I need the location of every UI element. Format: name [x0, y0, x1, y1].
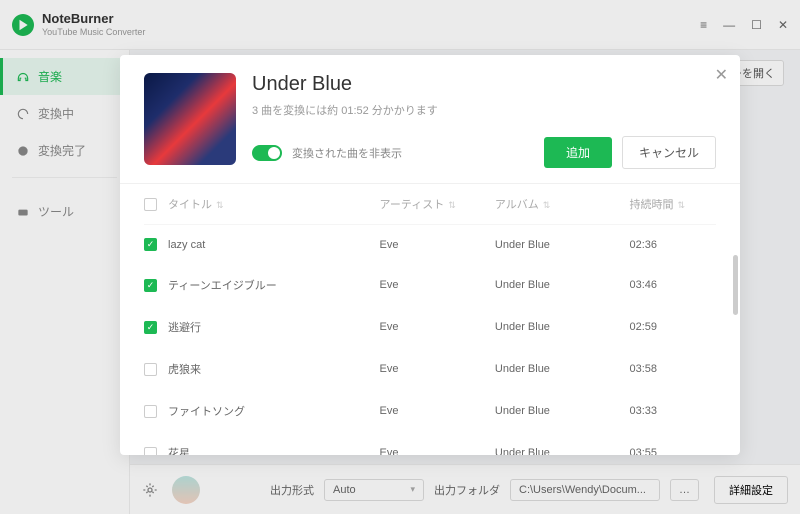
add-button[interactable]: 追加: [544, 137, 612, 168]
col-title[interactable]: タイトル⇅: [168, 196, 380, 212]
table-row[interactable]: 花星 Eve Under Blue 03:55: [144, 432, 716, 455]
track-checkbox[interactable]: ✓: [144, 238, 157, 251]
track-checkbox[interactable]: [144, 363, 157, 376]
table-row[interactable]: ✓ ティーンエイジブルー Eve Under Blue 03:46: [144, 264, 716, 306]
track-artist: Eve: [380, 405, 495, 417]
track-duration: 03:46: [629, 279, 716, 291]
conversion-estimate: 3 曲を変換には約 01:52 分かかります: [252, 102, 716, 118]
track-artist: Eve: [380, 363, 495, 375]
album-title: Under Blue: [252, 73, 716, 96]
track-duration: 03:33: [629, 405, 716, 417]
track-title: 花星: [168, 445, 380, 455]
track-artist: Eve: [380, 239, 495, 251]
track-album: Under Blue: [495, 405, 630, 417]
sort-icon: ⇅: [543, 200, 551, 210]
track-title: ファイトソング: [168, 403, 380, 419]
table-row[interactable]: ✓ lazy cat Eve Under Blue 02:36: [144, 225, 716, 264]
toggle-label: 変換された曲を非表示: [292, 145, 534, 161]
track-album: Under Blue: [495, 447, 630, 455]
track-duration: 02:59: [629, 321, 716, 333]
select-all-checkbox[interactable]: [144, 198, 157, 211]
col-duration[interactable]: 持続時間⇅: [629, 196, 716, 212]
track-checkbox[interactable]: [144, 405, 157, 418]
cancel-button[interactable]: キャンセル: [622, 136, 716, 169]
album-art: [144, 73, 236, 165]
track-checkbox[interactable]: ✓: [144, 279, 157, 292]
track-album: Under Blue: [495, 279, 630, 291]
track-checkbox[interactable]: ✓: [144, 321, 157, 334]
add-tracks-modal: ✕ Under Blue 3 曲を変換には約 01:52 分かかります 変換され…: [120, 55, 740, 455]
scrollbar[interactable]: [733, 255, 738, 315]
track-checkbox[interactable]: [144, 447, 157, 456]
track-artist: Eve: [380, 447, 495, 455]
col-artist[interactable]: アーティスト⇅: [380, 196, 495, 212]
table-row[interactable]: ファイトソング Eve Under Blue 03:33: [144, 390, 716, 432]
track-duration: 03:55: [629, 447, 716, 455]
track-album: Under Blue: [495, 239, 630, 251]
track-title: 虎狼来: [168, 361, 380, 377]
track-title: 逃避行: [168, 319, 380, 335]
track-duration: 02:36: [629, 239, 716, 251]
tracks-table: タイトル⇅ アーティスト⇅ アルバム⇅ 持続時間⇅ ✓ lazy cat Eve…: [120, 184, 740, 455]
track-title: lazy cat: [168, 239, 380, 251]
modal-close-button[interactable]: ✕: [715, 65, 728, 85]
table-row[interactable]: ✓ 逃避行 Eve Under Blue 02:59: [144, 306, 716, 348]
hide-converted-toggle[interactable]: [252, 145, 282, 161]
track-artist: Eve: [380, 279, 495, 291]
track-duration: 03:58: [629, 363, 716, 375]
track-artist: Eve: [380, 321, 495, 333]
table-row[interactable]: 虎狼来 Eve Under Blue 03:58: [144, 348, 716, 390]
sort-icon: ⇅: [448, 200, 456, 210]
track-title: ティーンエイジブルー: [168, 277, 380, 293]
sort-icon: ⇅: [677, 200, 685, 210]
track-album: Under Blue: [495, 363, 630, 375]
col-album[interactable]: アルバム⇅: [495, 196, 630, 212]
track-album: Under Blue: [495, 321, 630, 333]
sort-icon: ⇅: [216, 200, 224, 210]
